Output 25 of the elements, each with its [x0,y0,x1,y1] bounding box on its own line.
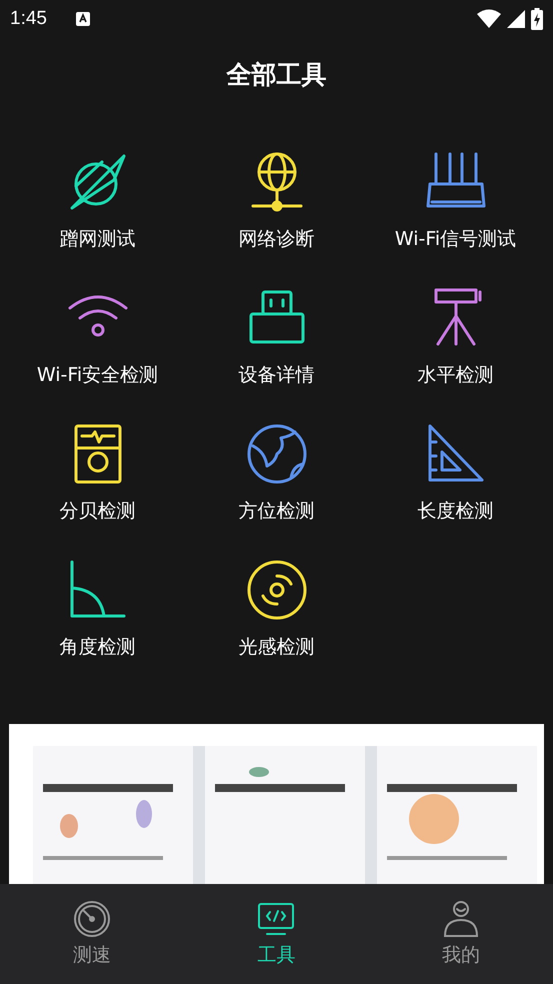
monitor-code-icon [257,900,296,938]
tool-label[interactable]: 角度检测 [60,634,136,660]
tool-label[interactable]: 蹭网测试 [60,226,136,252]
status-time: 1:45 [10,8,47,30]
user-icon [442,900,480,938]
tool-label[interactable]: 光感检测 [238,634,314,660]
disc-icon[interactable] [244,558,308,622]
nav-tab[interactable]: 测速 [0,884,184,984]
nav-tab[interactable]: 我的 [368,884,553,984]
keyboard-icon [74,11,91,27]
page-title: 全部工具 [226,58,326,90]
battery-icon [531,8,543,30]
nav-tab[interactable]: 工具 [184,884,369,984]
globe-icon[interactable] [244,422,308,486]
signal-icon [507,10,525,28]
tool-label[interactable]: 网络诊断 [238,226,314,252]
gauge-icon [73,900,112,938]
wifi-icon [477,9,501,29]
tool-label[interactable]: Wi-Fi安全检测 [36,362,158,388]
tool-label[interactable]: 方位检测 [238,498,314,524]
tool-label[interactable]: 分贝检测 [60,498,136,524]
tool-label[interactable]: 长度检测 [418,498,494,524]
tool-label[interactable]: 水平检测 [418,362,494,388]
tool-label[interactable]: Wi-Fi信号测试 [394,226,516,252]
tool-label[interactable]: 设备详情 [238,362,314,388]
